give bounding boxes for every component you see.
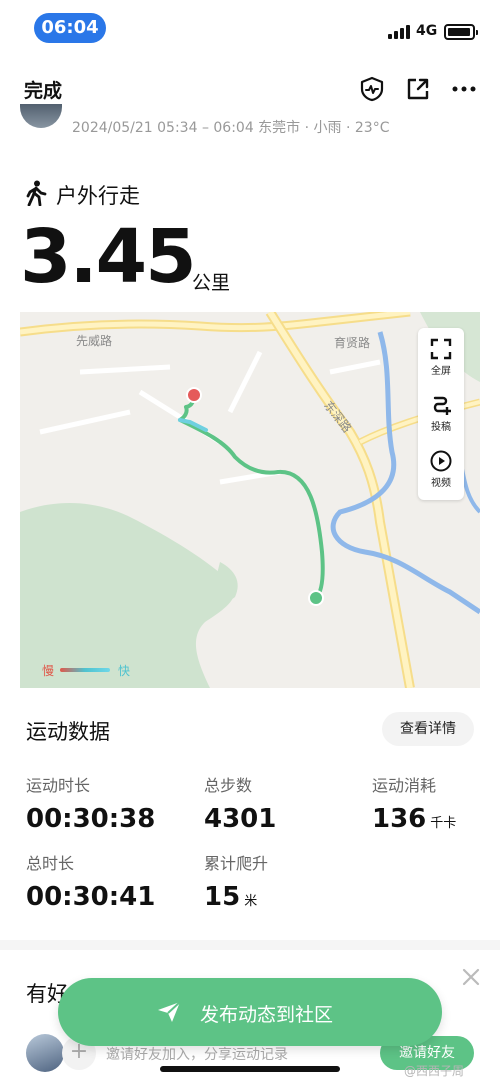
legend-slow: 慢 <box>42 664 55 678</box>
battery-icon <box>444 24 478 40</box>
close-icon[interactable] <box>460 966 482 988</box>
stat-value: 4301 <box>204 804 277 834</box>
stat-value: 00:30:41 <box>26 882 156 912</box>
map-canvas <box>20 312 480 688</box>
stat-value: 00:30:38 <box>26 804 156 834</box>
stat-elevation: 累计爬升 15 米 <box>204 850 268 912</box>
sport-data-section: 运动数据 查看详情 运动时长 00:30:38 总步数 4301 运动消耗 13… <box>0 700 500 940</box>
fullscreen-label: 全屏 <box>431 366 451 377</box>
avatar <box>26 1034 64 1072</box>
post-label: 投稿 <box>431 422 451 433</box>
activity-meta: 2024/05/21 05:34 – 06:04 东莞市 · 小雨 · 23°C <box>72 120 390 136</box>
stat-label: 总时长 <box>26 854 75 873</box>
stat-value: 15 <box>204 882 241 912</box>
nav-bar: 完成 <box>0 66 500 112</box>
legend-gradient <box>60 668 110 672</box>
stat-calories: 运动消耗 136 千卡 <box>372 772 456 834</box>
network-type: 4G <box>416 23 438 39</box>
stat-label: 累计爬升 <box>204 854 269 873</box>
view-details-button[interactable]: 查看详情 <box>382 712 474 746</box>
done-button[interactable]: 完成 <box>24 76 62 103</box>
sport-type-label: 户外行走 <box>56 184 140 208</box>
activity-meta-row: 2024/05/21 05:34 – 06:04 东莞市 · 小雨 · 23°C <box>0 104 500 140</box>
legend-fast: 快 <box>118 664 131 678</box>
stat-steps: 总步数 4301 <box>204 772 276 834</box>
watermark: @西西子周 <box>404 1064 465 1078</box>
shield-heart-icon[interactable] <box>359 76 385 102</box>
send-icon <box>158 1001 181 1022</box>
video-button[interactable]: 视频 <box>418 450 464 506</box>
publish-to-community-button[interactable]: 发布动态到社区 <box>58 978 442 1046</box>
stat-duration: 运动时长 00:30:38 <box>26 772 155 834</box>
status-time: 06:04 <box>34 13 106 43</box>
fullscreen-icon <box>430 338 452 360</box>
route-map[interactable]: 先威路 育贤路 东深路 全屏 投稿 视频 慢 快 <box>20 312 480 688</box>
map-toolbar: 全屏 投稿 视频 <box>418 328 464 500</box>
distance-unit: 公里 <box>192 272 231 294</box>
section-divider <box>0 940 500 950</box>
post-icon <box>433 396 451 415</box>
fullscreen-button[interactable]: 全屏 <box>418 338 464 394</box>
stat-unit: 千卡 <box>430 816 457 831</box>
stat-unit: 米 <box>244 894 258 909</box>
stat-total-duration: 总时长 00:30:41 <box>26 850 155 912</box>
stat-label: 总步数 <box>204 776 253 795</box>
invite-text: 邀请好友加入，分享运动记录 <box>106 1047 288 1063</box>
status-bar: 06:04 4G <box>0 0 500 56</box>
stat-value: 136 <box>372 804 427 834</box>
avatar <box>20 104 62 128</box>
road-label: 先威路 <box>76 334 113 348</box>
signal-icon <box>388 25 412 39</box>
more-icon[interactable] <box>451 76 477 102</box>
distance-value: 3.45 <box>20 214 197 300</box>
stat-label: 运动时长 <box>26 776 91 795</box>
share-out-icon[interactable] <box>405 76 431 102</box>
stat-label: 运动消耗 <box>372 776 437 795</box>
publish-label: 发布动态到社区 <box>200 1004 334 1026</box>
video-label: 视频 <box>431 478 451 489</box>
post-button[interactable]: 投稿 <box>418 394 464 450</box>
road-label: 育贤路 <box>334 336 371 350</box>
home-indicator <box>160 1066 340 1072</box>
section-title: 运动数据 <box>26 720 110 744</box>
walking-icon <box>26 180 47 206</box>
video-play-icon <box>430 450 452 472</box>
